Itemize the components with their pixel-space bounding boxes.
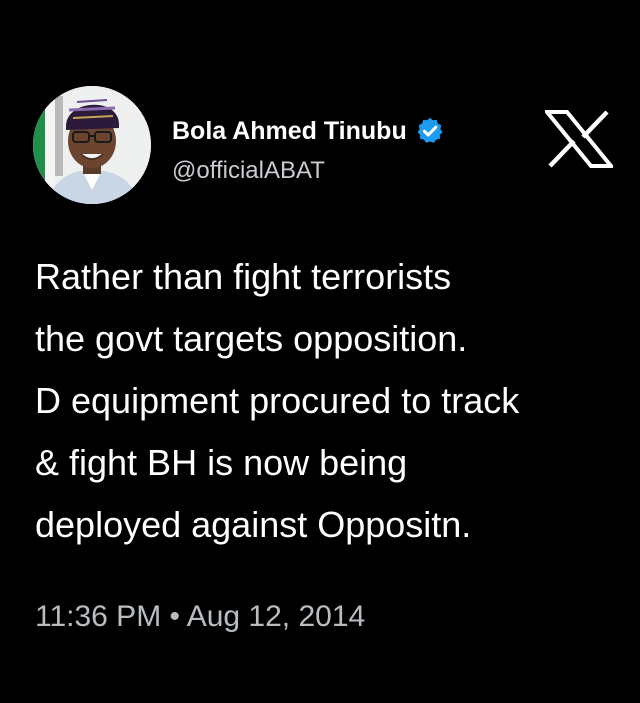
tweet-body-line: & fight BH is now being <box>35 442 408 483</box>
tweet-body: Rather than fight terrorists the govt ta… <box>35 246 625 556</box>
x-logo-icon[interactable] <box>545 110 613 168</box>
tweet-timestamp[interactable]: 11:36 PM • Aug 12, 2014 <box>35 600 365 634</box>
tweet-body-line: the govt targets opposition. <box>35 318 468 359</box>
author-handle[interactable]: @officialABAT <box>172 157 325 185</box>
tweet-body-line: deployed against Oppositn. <box>35 504 472 545</box>
tweet-body-line: Rather than fight terrorists <box>35 256 452 297</box>
author-name-row: Bola Ahmed Tinubu <box>172 114 445 148</box>
verified-check-badge-icon <box>417 117 443 143</box>
profile-photo-icon <box>33 86 151 204</box>
author-display-name[interactable]: Bola Ahmed Tinubu <box>172 117 407 146</box>
tweet-body-line: D equipment procured to track <box>35 380 520 421</box>
avatar[interactable] <box>33 86 151 204</box>
tweet-card: Bola Ahmed Tinubu @officialABAT Rather t… <box>0 0 640 703</box>
